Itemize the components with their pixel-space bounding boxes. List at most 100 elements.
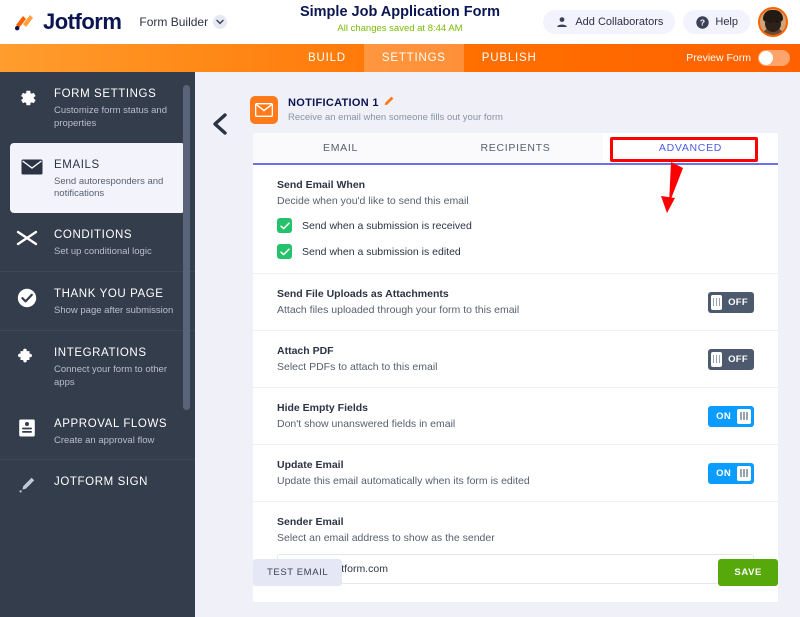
svg-text:?: ? [700,17,705,27]
tab-advanced[interactable]: ADVANCED [603,133,778,163]
back-button[interactable] [210,112,230,141]
sidebar-item-label: THANK YOU PAGE [54,288,164,301]
setting-title: Attach PDF [277,345,334,357]
product-menu-form-builder[interactable]: Form Builder [139,15,228,29]
edit-pencil-icon[interactable] [384,96,394,109]
toggle-hide-empty-fields[interactable]: ON [708,405,754,427]
sidebar-item-label: INTEGRATIONS [54,346,147,359]
sidebar-item-integrations[interactable]: INTEGRATIONS Connect your form to other … [0,331,195,402]
setting-text: Send File Uploads as Attachments Attach … [277,288,519,316]
save-button[interactable]: SAVE [718,559,778,586]
chevron-down-icon [213,15,228,29]
jotform-logo[interactable]: Jotform [14,9,122,35]
toggle-knob [737,408,751,424]
setting-row-hide-empty-fields: Hide Empty Fields Don't show unanswered … [253,388,778,445]
tab-advanced-label: ADVANCED [658,142,723,154]
send-email-when-section: Send Email When Decide when you'd like t… [253,165,778,274]
test-email-button[interactable]: TEST EMAIL [253,559,343,586]
sidebar-item-label: FORM SETTINGS [54,88,157,100]
notification-header-text: NOTIFICATION 1 Receive an email when som… [288,96,503,124]
help-button[interactable]: ? Help [683,10,750,34]
shuffle-icon [0,225,54,247]
sidebar-item-text: APPROVAL FLOWS Create an approval flow [54,414,167,448]
setting-row-attach-pdf: Attach PDF Select PDFs to attach to this… [253,331,778,388]
sender-email-desc: Select an email address to show as the s… [277,532,495,544]
sidebar-item-label: EMAILS [54,158,100,171]
preview-form-toggle[interactable] [758,50,790,66]
sidebar-item-desc: Send autoresponders and notifications [54,175,164,200]
sidebar-item-text: JOTFORM SIGN [54,472,148,490]
sidebar-item-thank-you-page[interactable]: THANK YOU PAGE Show page after submissio… [0,272,195,330]
sidebar-item-text: CONDITIONS Set up conditional logic [54,225,152,259]
sidebar-item-jotform-sign[interactable]: JOTFORM SIGN [0,460,195,506]
add-collaborators-button[interactable]: Add Collaborators [543,10,676,34]
checkbox-submission-received[interactable] [277,218,292,233]
setting-title: Hide Empty Fields [277,402,369,414]
tab-recipients[interactable]: RECIPIENTS [428,133,603,163]
sidebar-item-text: EMAILS Send autoresponders and notificat… [54,155,174,202]
checkbox-submission-edited[interactable] [277,244,292,259]
toggle-state-label: ON [716,410,731,422]
toggle-send-file-uploads[interactable]: OFF [708,291,754,313]
tab-settings-label: SETTINGS [381,52,446,64]
help-label: Help [715,16,738,28]
preview-form-toggle-knob [759,51,773,65]
checkbox-row-submission-edited[interactable]: Send when a submission is edited [277,244,754,259]
add-collaborators-label: Add Collaborators [575,16,664,28]
setting-title: Send File Uploads as Attachments [277,288,449,300]
sidebar-item-desc: Set up conditional logic [54,246,152,258]
tab-build-label: BUILD [308,52,346,64]
sidebar-item-emails[interactable]: EMAILS Send autoresponders and notificat… [10,142,185,214]
toggle-state-label: OFF [728,296,748,308]
sidebar-item-form-settings[interactable]: FORM SETTINGS Customize form status and … [0,72,195,143]
sidebar-item-label: CONDITIONS [54,229,133,242]
sidebar-item-desc: Create an approval flow [54,434,155,446]
notification-tabs: EMAIL RECIPIENTS ADVANCED [253,133,778,165]
sidebar-item-desc: Show page after submission [54,305,174,317]
notification-title: NOTIFICATION 1 [288,96,379,109]
sidebar-item-text: FORM SETTINGS Customize form status and … [54,84,174,131]
toggle-knob [711,351,723,367]
jotform-logo-text: Jotform [43,9,122,34]
toggle-state-label: ON [716,467,731,479]
setting-text: Hide Empty Fields Don't show unanswered … [277,402,455,430]
tab-publish[interactable]: PUBLISH [464,44,555,72]
user-icon [555,15,569,29]
send-email-when-title: Send Email When [277,179,366,191]
toggle-knob [711,294,723,310]
preview-form-control[interactable]: Preview Form [686,44,790,72]
tab-build[interactable]: BUILD [290,44,364,72]
sidebar-item-label: APPROVAL FLOWS [54,417,168,430]
header-actions: Add Collaborators ? Help [543,7,788,37]
sender-email-title: Sender Email [277,516,344,528]
sidebar-item-conditions[interactable]: CONDITIONS Set up conditional logic [0,213,195,271]
envelope-icon [10,155,54,175]
sender-email-section: Sender Email Select an email address to … [253,502,778,602]
product-menu-label: Form Builder [139,15,209,29]
checkbox-submission-edited-label: Send when a submission is edited [302,245,461,258]
send-email-when-desc: Decide when you'd like to send this emai… [277,195,469,207]
toggle-update-email[interactable]: ON [708,462,754,484]
check-circle-icon [0,284,54,308]
tab-recipients-label: RECIPIENTS [480,142,551,154]
setting-text: Attach PDF Select PDFs to attach to this… [277,345,437,373]
setting-desc: Attach files uploaded through your form … [277,304,520,316]
checkbox-row-submission-received[interactable]: Send when a submission is received [277,218,754,233]
tab-settings[interactable]: SETTINGS [363,44,464,72]
gear-icon [0,84,54,108]
toggle-state-label: OFF [728,353,748,365]
main-nav-tabs: BUILD SETTINGS PUBLISH [290,44,555,72]
sidebar-item-approval-flows[interactable]: APPROVAL FLOWS Create an approval flow [0,402,195,460]
toggle-attach-pdf[interactable]: OFF [708,348,754,370]
setting-desc: Update this email automatically when its… [277,475,530,487]
tab-publish-label: PUBLISH [481,52,537,64]
setting-desc: Don't show unanswered fields in email [277,418,456,430]
card-footer: TEST EMAIL SAVE [253,559,778,586]
tab-email[interactable]: EMAIL [253,133,428,163]
sidebar-scrollbar[interactable] [183,85,190,410]
notification-envelope-icon [250,96,278,124]
avatar[interactable] [758,7,788,37]
sidebar-item-label: JOTFORM SIGN [54,476,149,489]
sidebar-item-desc: Connect your form to other apps [54,363,167,388]
sidebar-item-desc: Customize form status and properties [54,105,167,129]
